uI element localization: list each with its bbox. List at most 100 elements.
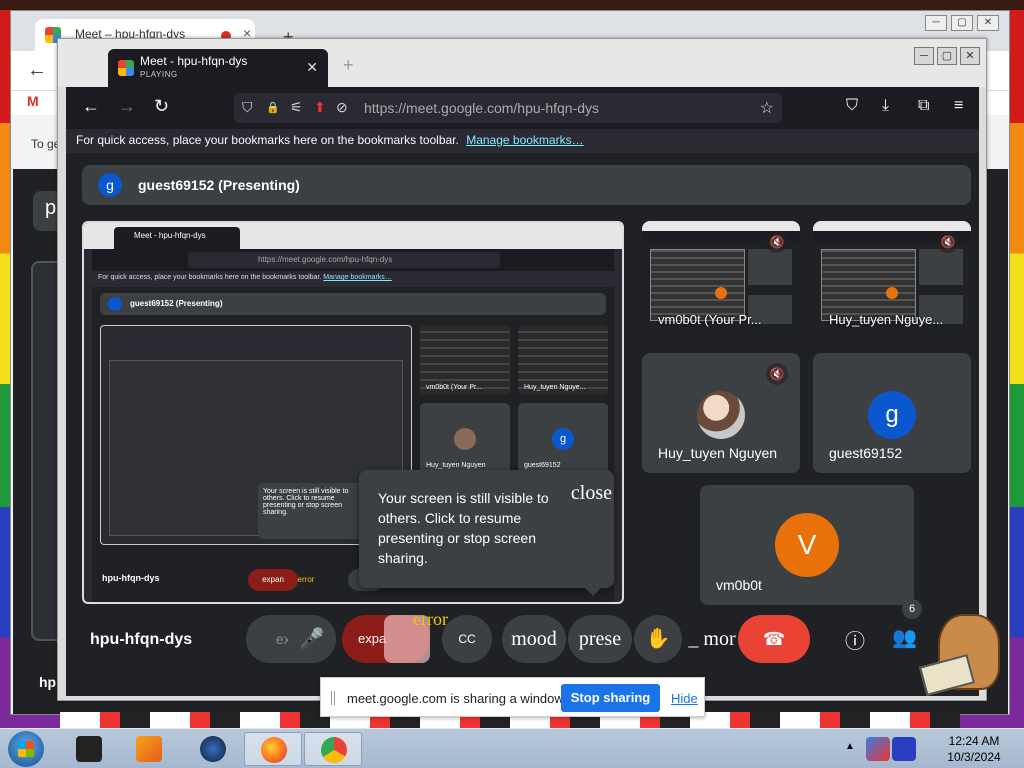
nested-tile-huy-screen: Huy_tuyen Nguye... [518, 325, 608, 395]
clock-date: 10/3/2024 [947, 750, 1001, 764]
bookmark-star-icon[interactable]: ☆ [760, 98, 774, 118]
nested-avatar-g: g [552, 428, 574, 451]
maximize-button[interactable]: ▢ [937, 47, 957, 65]
nested-nav: https://meet.google.com/hpu-hfqn-dys [92, 249, 614, 271]
start-button[interactable] [8, 731, 44, 767]
nested-tile-label: guest69152 [524, 462, 561, 469]
firefox-titlebar: Meet - hpu-hfqn-dys PLAYING ✕ + ─ ▢ ✕ [58, 39, 986, 87]
nested-tile-label: vm0b0t (Your Pr... [426, 384, 482, 391]
bg-back-icon[interactable]: ← [27, 59, 47, 82]
tooltip-arrow [585, 588, 601, 596]
presenter-avatar: g [98, 173, 122, 197]
taskbar-item-app3[interactable] [184, 732, 242, 766]
nested-presenting-bar: guest69152 (Presenting) [100, 293, 606, 315]
nested-tile-label: Huy_tuyen Nguyen [426, 462, 486, 469]
stop-sharing-button[interactable]: Stop sharing [561, 684, 660, 712]
tile-huy[interactable]: 🔇 Huy_tuyen Nguyen [642, 353, 800, 473]
mic-off-icon[interactable]: ⊘ [336, 99, 348, 116]
nested-meeting-name: hpu-hfqn-dys [102, 573, 160, 583]
nested-tile-vm: vm0b0t (Your Pr... [420, 325, 510, 395]
pocket-icon[interactable]: ⛉ [846, 97, 858, 115]
screenshot-region [650, 249, 745, 321]
taskbar-item-media[interactable] [120, 732, 178, 766]
nested-avatar [108, 297, 122, 311]
tile-label: guest69152 [829, 445, 903, 461]
present-button[interactable]: prese [568, 615, 632, 663]
tile-vm0b0t[interactable]: V vm0b0t [700, 485, 914, 605]
raise-hand-button[interactable]: ✋ [634, 615, 682, 663]
back-icon[interactable]: ← [82, 96, 100, 117]
screen-visible-tooltip: Your screen is still visible to others. … [359, 470, 614, 596]
minimize-button[interactable]: ─ [914, 47, 934, 65]
people-icon[interactable]: 👥 [892, 625, 917, 650]
tab-title: Meet - hpu-hfqn-dys [140, 54, 248, 68]
app-icon [76, 736, 102, 762]
bg-window-controls: ─ ▢ ✕ [925, 15, 999, 31]
end-call-button[interactable]: ☎ [738, 615, 810, 663]
screen-share-icon[interactable]: ⬆ [314, 99, 326, 116]
tile-guest[interactable]: g guest69152 [813, 353, 971, 473]
screenshot-region [821, 249, 916, 321]
permissions-icon[interactable]: ⚟ [290, 99, 303, 116]
firefox-body: ← → ↻ ⛉ 🔒 ⚟ ⬆ ⊘ https://meet.google.com/… [66, 87, 979, 696]
firefox-tab[interactable]: Meet - hpu-hfqn-dys PLAYING ✕ [108, 49, 328, 87]
nested-tile-huy: Huy_tuyen Nguyen [420, 403, 510, 473]
tray-expand-icon[interactable]: ▲ [845, 741, 855, 752]
bg-close-button[interactable]: ✕ [977, 15, 999, 31]
tooltip-close-button[interactable]: close [571, 482, 612, 505]
mic-button[interactable]: 🎤 [288, 615, 336, 663]
navigation-toolbar: ← → ↻ ⛉ 🔒 ⚟ ⬆ ⊘ https://meet.google.com/… [66, 87, 979, 129]
firefox-window: Meet - hpu-hfqn-dys PLAYING ✕ + ─ ▢ ✕ ← … [57, 38, 987, 701]
screenshot-region [918, 249, 963, 285]
sharing-notification-bar: meet.google.com is sharing a window. Sto… [320, 677, 705, 717]
presenting-bar[interactable]: g guest69152 (Presenting) [82, 165, 971, 205]
captions-button[interactable]: CC [442, 615, 492, 663]
media-player-icon [136, 736, 162, 762]
mood-button[interactable]: mood [502, 615, 566, 663]
tooltip-text: Your screen is still visible to others. … [378, 490, 549, 566]
nested-avatar-photo [454, 428, 476, 451]
tile-vm0b0t-screen[interactable]: 🔇 vm0b0t (Your Pr... [642, 221, 800, 341]
mic-icon: 🎤 [299, 628, 325, 650]
taskbar: ▲ 12:24 AM 10/3/2024 [0, 728, 1024, 768]
more-options-button[interactable]: _ mor [682, 615, 742, 663]
bg-minimize-button[interactable]: ─ [925, 15, 947, 31]
nested-tooltip: Your screen is still visible to others. … [258, 483, 364, 539]
app-icon [200, 736, 226, 762]
manage-bookmarks-link[interactable]: Manage bookmarks… [466, 133, 583, 147]
screenshot-dot [886, 287, 898, 299]
tab-close-icon[interactable]: ✕ [306, 59, 318, 76]
reload-icon[interactable]: ↻ [154, 96, 169, 117]
download-icon[interactable]: ⤓ [882, 97, 889, 115]
nested-presenting-text: guest69152 (Presenting) [130, 299, 223, 308]
extensions-icon[interactable]: ⧉ [918, 97, 929, 115]
info-icon[interactable]: ⓘ [845, 625, 865, 654]
close-button[interactable]: ✕ [960, 47, 980, 65]
hide-link[interactable]: Hide [671, 691, 698, 706]
tray-network-icon[interactable] [892, 737, 916, 761]
url-bar[interactable]: ⛉ 🔒 ⚟ ⬆ ⊘ https://meet.google.com/hpu-hf… [234, 93, 782, 123]
new-tab-button[interactable]: + [343, 55, 354, 76]
tile-label: vm0b0t [716, 577, 762, 593]
hamster-sticker [918, 604, 1008, 704]
url-text[interactable]: https://meet.google.com/hpu-hfqn-dys [364, 100, 599, 116]
lock-icon[interactable]: 🔒 [266, 101, 280, 114]
nested-bookmarks-link: Manage bookmarks… [323, 274, 392, 281]
taskbar-item-app1[interactable] [60, 732, 118, 766]
taskbar-item-firefox[interactable] [244, 732, 302, 766]
system-clock[interactable]: 12:24 AM 10/3/2024 [934, 733, 1014, 765]
menu-icon[interactable]: ≡ [954, 97, 963, 115]
nested-tab: Meet - hpu-hfqn-dys [114, 227, 240, 249]
nested-bookmarks: For quick access, place your bookmarks h… [92, 271, 614, 287]
bg-quick-text: To ge [31, 137, 61, 151]
taskbar-item-chrome[interactable] [304, 732, 362, 766]
bg-maximize-button[interactable]: ▢ [951, 15, 973, 31]
drag-handle-icon[interactable] [331, 691, 335, 705]
tile-huy-screen[interactable]: 🔇 Huy_tuyen Nguye... [813, 221, 971, 341]
avatar: g [868, 391, 916, 439]
tray-app-icon[interactable] [866, 737, 890, 761]
forward-icon[interactable]: → [118, 96, 136, 117]
shield-icon[interactable]: ⛉ [242, 99, 253, 116]
gmail-icon[interactable]: M [27, 93, 39, 109]
avatar [697, 391, 745, 439]
